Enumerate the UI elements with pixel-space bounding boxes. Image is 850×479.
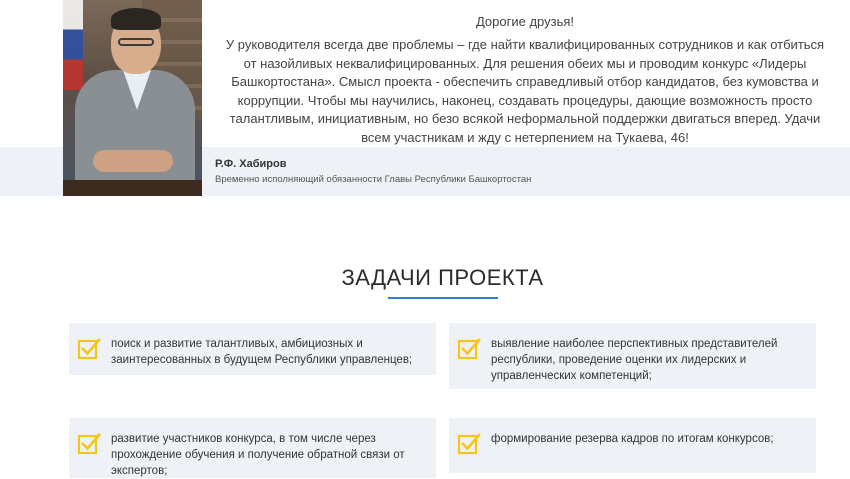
task-line: выявление наиболее перспективных предста… — [491, 338, 778, 350]
message-line: всем участникам и жду с нетерпением на Т… — [361, 129, 689, 145]
checkbox-checked-icon — [77, 433, 101, 455]
task-line: формирование резерва кадров по итогам ко… — [491, 433, 774, 445]
message-greeting: Дорогие друзья! — [475, 14, 575, 29]
section-title: ЗАДАЧИ ПРОЕКТА — [341, 265, 544, 290]
task-line: развитие участников конкурса, в том числ… — [111, 433, 376, 445]
checkbox-checked-icon — [457, 433, 481, 455]
task-text: формирование резерва кадров по итогам ко… — [491, 431, 806, 447]
task-card: формирование резерва кадров по итогам ко… — [449, 418, 816, 473]
task-text: выявление наиболее перспективных предста… — [491, 336, 806, 384]
flag-shape — [63, 0, 83, 90]
task-line: управленческих компетенций; — [491, 370, 652, 382]
message-line: коррупции. Чтобы мы научились, наконец, … — [237, 92, 813, 108]
task-text: развитие участников конкурса, в том числ… — [111, 431, 426, 479]
message-line: Башкортостана». Смысл проекта - обеспечи… — [231, 74, 819, 89]
checkbox-checked-icon — [457, 338, 481, 360]
message-line: талантливым, инициативным, но безо всяко… — [229, 111, 821, 126]
task-card: выявление наиболее перспективных предста… — [449, 323, 816, 389]
task-line: прохождение обучения и получение обратно… — [111, 449, 405, 461]
author-name: Р.Ф. Хабиров — [215, 158, 287, 170]
task-line: экспертов; — [111, 465, 168, 477]
task-line: поиск и развитие талантливых, амбициозны… — [111, 338, 363, 350]
task-line: заинтересованных в будущем Республики уп… — [111, 354, 413, 366]
governor-portrait — [63, 0, 202, 196]
portrait-glasses — [118, 38, 154, 46]
task-card: развитие участников конкурса, в том числ… — [69, 418, 436, 478]
author-title: Временно исполняющий обязанности Главы Р… — [215, 174, 532, 185]
checkbox-checked-icon — [77, 338, 101, 360]
task-text: поиск и развитие талантливых, амбициозны… — [111, 336, 426, 368]
message-body: У руководителя всегда две проблемы – где… — [215, 36, 835, 147]
task-line: республики, проведение оценки их лидерск… — [491, 354, 747, 366]
portrait-desk — [63, 180, 202, 196]
task-card: поиск и развитие талантливых, амбициозны… — [69, 323, 436, 375]
title-underline — [388, 297, 498, 299]
message-line: от назойливых неквалифицированных. Для р… — [243, 55, 807, 71]
portrait-hands — [93, 150, 173, 172]
portrait-hair — [111, 8, 161, 30]
message-line: У руководителя всегда две проблемы – где… — [225, 37, 825, 52]
